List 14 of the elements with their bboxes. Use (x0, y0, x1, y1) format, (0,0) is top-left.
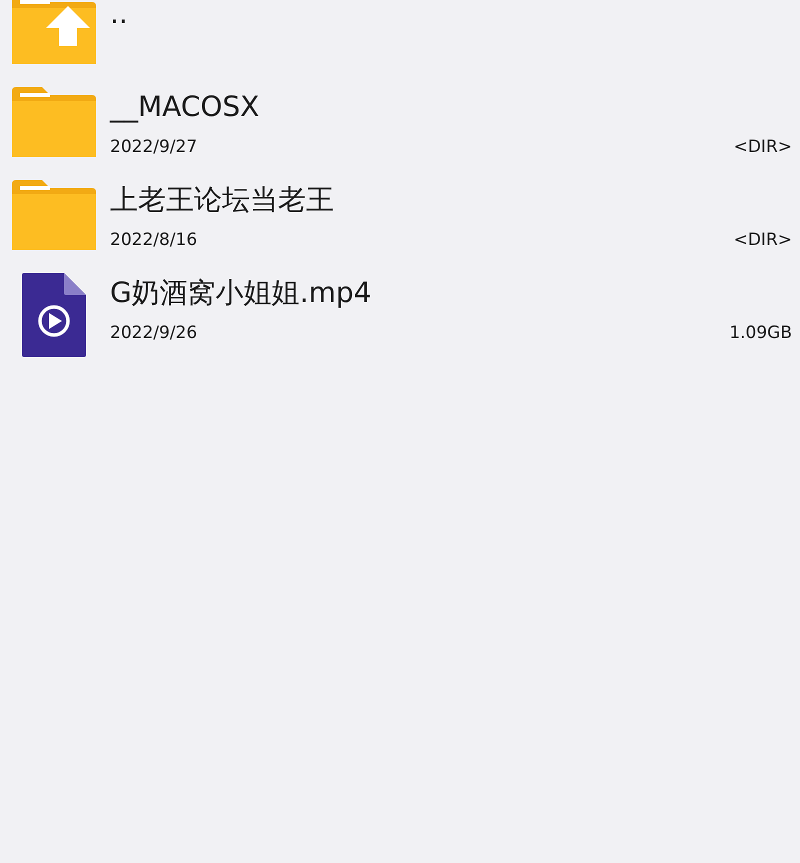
file-name[interactable]: __MACOSX (110, 89, 792, 125)
file-size: 1.09GB (729, 322, 792, 344)
video-file-icon (22, 273, 86, 357)
file-date: 2022/9/27 (110, 136, 198, 158)
parent-folder-icon (12, 0, 96, 64)
file-name[interactable]: G奶酒窝小姐姐.mp4 (110, 275, 792, 311)
file-size: <DIR> (734, 136, 792, 158)
file-size: <DIR> (734, 229, 792, 251)
file-name[interactable]: 上老王论坛当老王 (110, 182, 792, 218)
file-name[interactable]: .. (110, 0, 792, 32)
folder-icon (12, 87, 96, 157)
file-date: 2022/8/16 (110, 229, 198, 251)
folder-icon (12, 180, 96, 250)
file-date: 2022/9/26 (110, 322, 198, 344)
